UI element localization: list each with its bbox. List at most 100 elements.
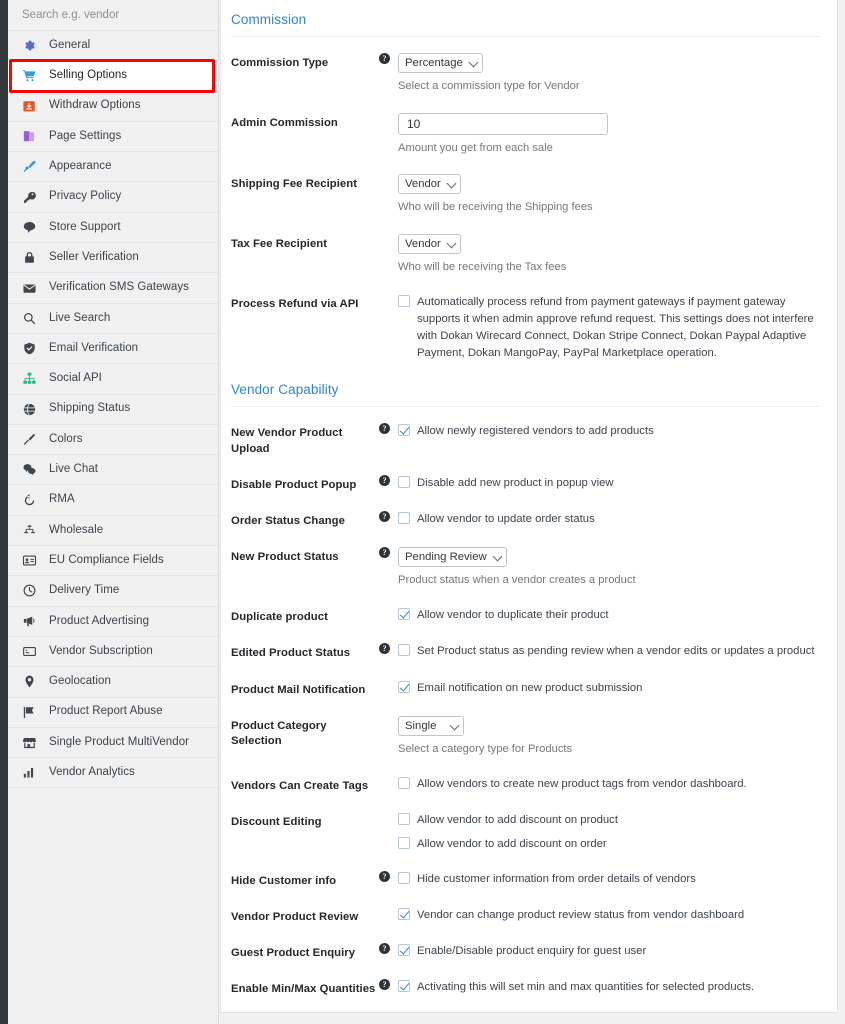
edited-product-status-checkbox[interactable] <box>398 644 410 657</box>
shipping-fee-recipient-select-wrap[interactable]: Vendor <box>398 174 461 195</box>
help-icon[interactable]: ? <box>379 53 390 64</box>
sidebar-item-geolocation[interactable]: Geolocation <box>8 667 218 698</box>
sidebar-item-label: Page Settings <box>49 129 122 142</box>
sidebar-item-vendor-subscription[interactable]: Vendor Subscription <box>8 636 218 668</box>
hide-customer-info-label: Hide Customer info <box>231 874 337 887</box>
sidebar-item-colors[interactable]: Colors <box>8 424 218 456</box>
help-icon[interactable]: ? <box>379 943 390 955</box>
discount-on-order-checkbox[interactable] <box>398 836 410 849</box>
new-product-status-hint: Product status when a vendor creates a p… <box>398 574 636 587</box>
cart-icon <box>22 69 40 83</box>
sidebar-item-appearance[interactable]: Appearance <box>8 152 218 183</box>
sidebar-item-label: EU Compliance Fields <box>49 553 164 566</box>
product-mail-notification-text: Email notification on new product submis… <box>417 681 643 694</box>
help-icon[interactable]: ? <box>379 547 390 559</box>
help-icon[interactable]: ? <box>379 643 390 655</box>
sidebar-item-verification-sms-gateways[interactable]: Verification SMS Gateways <box>8 273 218 304</box>
row-commission-type: Commission Type ? Percentage Select a co… <box>231 44 820 104</box>
admin-commission-input[interactable] <box>398 112 608 135</box>
hide-customer-info-checkbox[interactable] <box>398 871 410 884</box>
sidebar-item-product-advertising[interactable]: Product Advertising <box>8 606 218 637</box>
flag-icon <box>22 705 40 719</box>
sidebar-item-eu-compliance-fields[interactable]: EU Compliance Fields <box>8 546 218 577</box>
sidebar-item-wholesale[interactable]: Wholesale <box>8 515 218 547</box>
order-status-change-checkbox[interactable] <box>398 512 410 525</box>
sidebar-item-shipping-status[interactable]: Shipping Status <box>8 394 218 425</box>
new-vendor-product-upload-text: Allow newly registered vendors to add pr… <box>417 425 654 438</box>
row-process-refund-via-api: Process Refund via API Automatically pro… <box>231 285 820 371</box>
sidebar-item-live-chat[interactable]: Live Chat <box>8 455 218 486</box>
vendor-product-review-checkbox[interactable] <box>398 907 410 920</box>
sidebar-item-store-support[interactable]: Store Support <box>8 212 218 244</box>
help-icon[interactable]: ? <box>379 870 390 882</box>
lock-icon <box>22 251 40 265</box>
new-vendor-product-upload-checkbox[interactable] <box>398 424 410 437</box>
sidebar-item-social-api[interactable]: Social API <box>8 364 218 395</box>
enable-min-max-quantities-text: Activating this will set min and max qua… <box>417 981 755 994</box>
product-category-selection-select-wrap[interactable]: Single <box>398 715 464 736</box>
tax-fee-recipient-select-wrap[interactable]: Vendor <box>398 234 461 255</box>
product-mail-notification-checkbox[interactable] <box>398 680 410 693</box>
sidebar-item-label: Geolocation <box>49 675 111 688</box>
row-product-category-selection: Product Category Selection Single Select… <box>231 707 820 767</box>
product-category-selection-select[interactable]: Single <box>398 715 464 736</box>
search-input[interactable] <box>20 8 206 22</box>
commission-type-select-wrap[interactable]: Percentage <box>398 53 483 73</box>
row-discount-editing: Discount Editing Allow vendor to add dis… <box>231 803 820 862</box>
shipping-fee-recipient-label: Shipping Fee Recipient <box>231 178 358 191</box>
commission-type-select[interactable]: Percentage <box>398 53 483 73</box>
discount-on-product-checkbox[interactable] <box>398 812 410 825</box>
order-status-change-text: Allow vendor to update order status <box>417 513 595 526</box>
sidebar-item-page-settings[interactable]: Page Settings <box>8 121 218 153</box>
sidebar-item-single-product-multivendor[interactable]: Single Product MultiVendor <box>8 727 218 759</box>
shipping-fee-recipient-select[interactable]: Vendor <box>398 174 461 195</box>
admin-commission-label: Admin Commission <box>231 116 338 129</box>
section-divider <box>231 36 820 37</box>
sidebar-item-vendor-analytics[interactable]: Vendor Analytics <box>8 758 218 789</box>
row-order-status-change: Order Status Change ? Allow vendor to up… <box>231 502 820 538</box>
id-card-icon <box>22 554 40 568</box>
guest-product-enquiry-text: Enable/Disable product enquiry for guest… <box>417 945 647 958</box>
envelope-icon <box>22 281 40 295</box>
sidebar-item-delivery-time[interactable]: Delivery Time <box>8 576 218 607</box>
order-status-change-label: Order Status Change <box>231 515 345 528</box>
sidebar-item-label: Colors <box>49 432 83 445</box>
help-icon[interactable]: ? <box>379 423 390 435</box>
sidebar-item-selling-options[interactable]: Selling Options <box>8 61 218 92</box>
product-mail-notification-label: Product Mail Notification <box>231 683 366 696</box>
sidebar-item-live-search[interactable]: Live Search <box>8 303 218 334</box>
sidebar-item-rma[interactable]: RMA <box>8 485 218 516</box>
row-duplicate-product: Duplicate product Allow vendor to duplic… <box>231 598 820 634</box>
pages-icon <box>22 130 40 144</box>
vendors-can-create-tags-checkbox[interactable] <box>398 776 410 789</box>
help-icon[interactable]: ? <box>379 511 390 523</box>
sidebar-search[interactable] <box>8 0 218 31</box>
duplicate-product-checkbox[interactable] <box>398 608 410 621</box>
key-icon <box>22 190 40 204</box>
sidebar-item-seller-verification[interactable]: Seller Verification <box>8 243 218 274</box>
guest-product-enquiry-checkbox[interactable] <box>398 944 410 957</box>
enable-min-max-quantities-checkbox[interactable] <box>398 980 410 993</box>
commission-section-title: Commission <box>231 12 307 27</box>
sidebar-item-label: Vendor Subscription <box>49 644 153 657</box>
edited-product-status-text: Set Product status as pending review whe… <box>417 645 815 658</box>
sidebar-item-product-report-abuse[interactable]: Product Report Abuse <box>8 697 218 728</box>
sidebar-item-privacy-policy[interactable]: Privacy Policy <box>8 182 218 213</box>
row-vendors-can-create-tags: Vendors Can Create Tags Allow vendors to… <box>231 767 820 803</box>
undo-icon <box>22 493 40 507</box>
sidebar-item-email-verification[interactable]: Email Verification <box>8 333 218 365</box>
help-icon[interactable]: ? <box>379 474 390 486</box>
help-icon[interactable]: ? <box>379 979 390 991</box>
globe-icon <box>22 402 40 416</box>
tax-fee-recipient-select[interactable]: Vendor <box>398 234 461 255</box>
bar-chart-icon <box>22 766 40 780</box>
process-refund-checkbox[interactable] <box>398 294 410 307</box>
sidebar-item-general[interactable]: General <box>8 31 218 62</box>
new-product-status-select-wrap[interactable]: Pending Review <box>398 547 507 568</box>
row-vendor-product-review: Vendor Product Review Vendor can change … <box>231 898 820 934</box>
tax-fee-recipient-hint: Who will be receiving the Tax fees <box>398 261 567 274</box>
new-product-status-select[interactable]: Pending Review <box>398 547 507 568</box>
commission-type-hint: Select a commission type for Vendor <box>398 80 580 92</box>
sidebar-item-withdraw-options[interactable]: Withdraw Options <box>8 91 218 122</box>
disable-product-popup-checkbox[interactable] <box>398 475 410 488</box>
